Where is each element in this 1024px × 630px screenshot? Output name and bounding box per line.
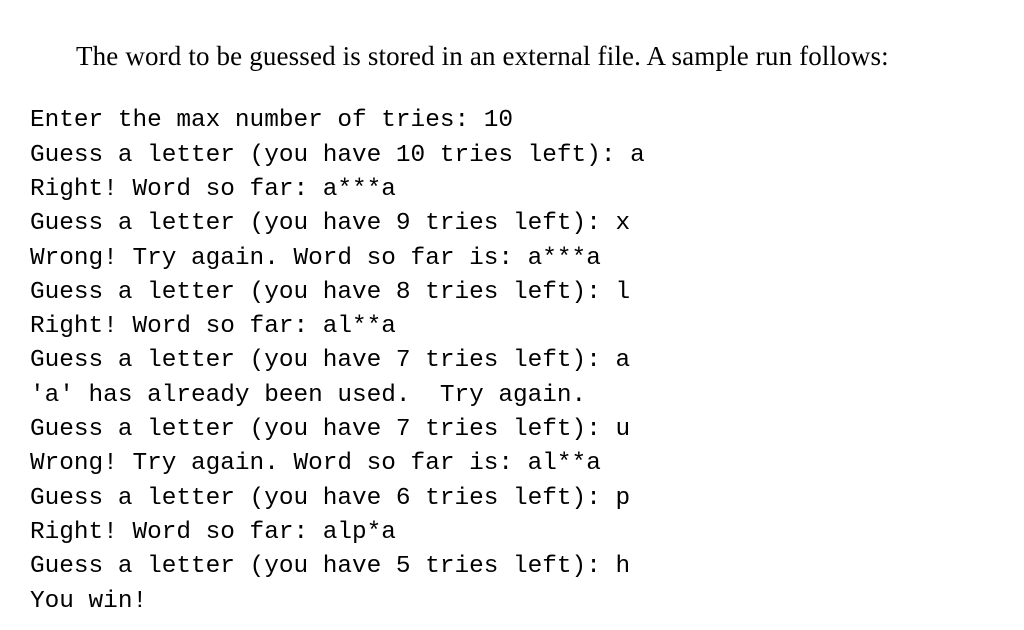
transcript-line: Right! Word so far: alp*a — [30, 518, 396, 546]
transcript-line: Right! Word so far: a***a — [30, 175, 396, 203]
transcript-line: Guess a letter (you have 7 tries left): … — [30, 347, 631, 375]
transcript-line: 'a' has already been used. Try again. — [30, 381, 587, 409]
transcript-line: Guess a letter (you have 10 tries left):… — [30, 141, 645, 169]
transcript-line: Guess a letter (you have 5 tries left): … — [30, 553, 631, 581]
transcript-line: You win! — [30, 587, 148, 615]
sample-run-transcript: Enter the max number of tries: 10 Guess a… — [30, 104, 990, 618]
intro-paragraph: The word to be guessed is stored in an e… — [76, 41, 889, 71]
transcript-line: Guess a letter (you have 6 tries left): … — [30, 484, 631, 512]
transcript-line: Guess a letter (you have 7 tries left): … — [30, 416, 631, 444]
transcript-line: Enter the max number of tries: 10 — [30, 107, 514, 135]
transcript-line: Right! Word so far: al**a — [30, 313, 396, 341]
transcript-line: Guess a letter (you have 9 tries left): … — [30, 210, 631, 238]
document-page: The word to be guessed is stored in an e… — [0, 0, 1024, 630]
transcript-line: Wrong! Try again. Word so far is: al**a — [30, 450, 601, 478]
transcript-line: Wrong! Try again. Word so far is: a***a — [30, 244, 601, 272]
transcript-line: Guess a letter (you have 8 tries left): … — [30, 278, 631, 306]
